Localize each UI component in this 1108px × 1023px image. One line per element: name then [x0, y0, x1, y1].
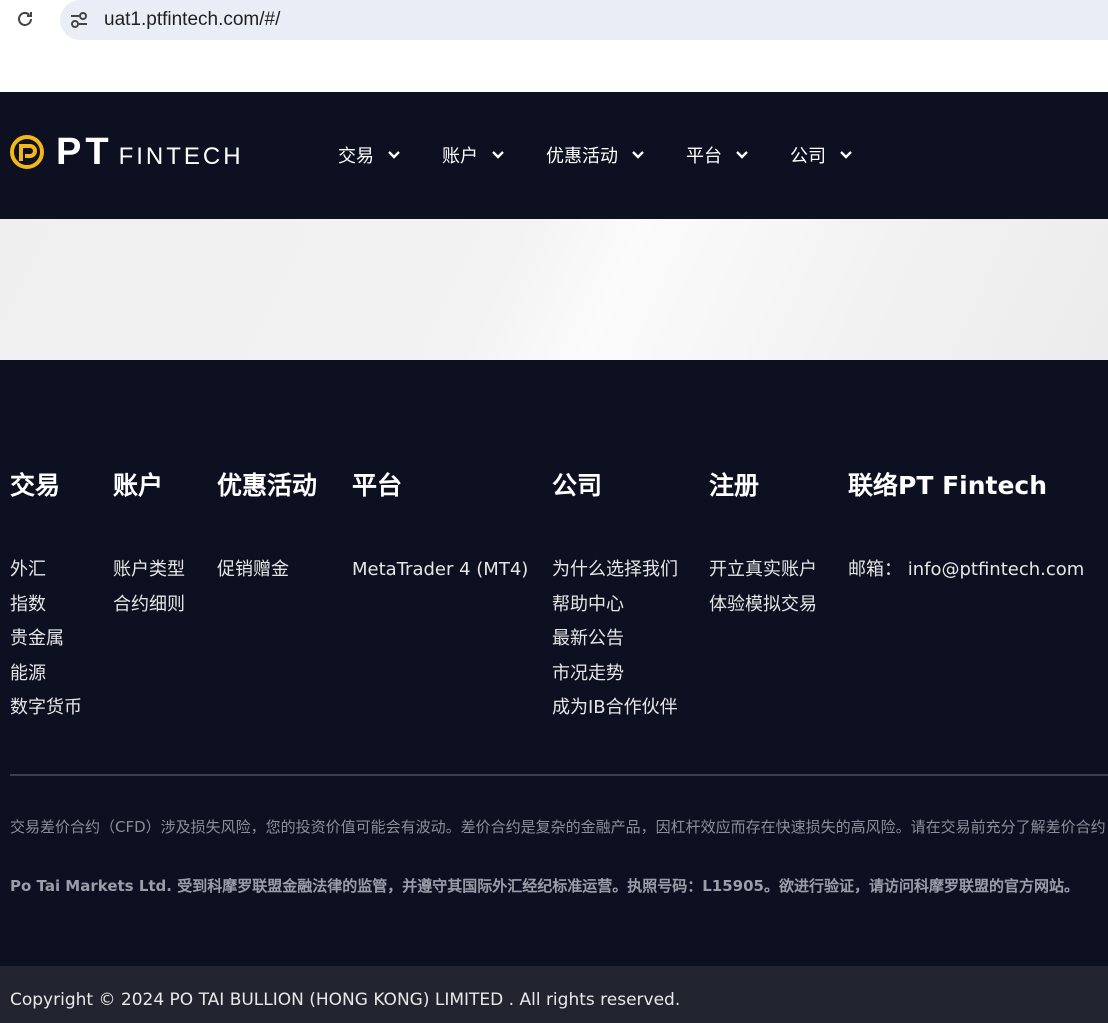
footer-divider [10, 774, 1108, 776]
footer-column-title: 公司 [552, 471, 603, 500]
nav-label: 账户 [442, 146, 478, 167]
footer-column-trading: 交易 外汇 指数 贵金属 能源 数字货币 [10, 466, 82, 731]
footer-link-email[interactable]: 邮箱： info@ptfintech.com [848, 558, 1084, 593]
footer-link-help-center[interactable]: 帮助中心 [552, 593, 678, 628]
hero-banner [0, 219, 1108, 360]
footer-column-title: 账户 [113, 471, 164, 500]
logo-mark-icon [10, 135, 44, 169]
footer-link-contract-specs[interactable]: 合约细则 [113, 593, 185, 628]
copyright-bar: Copyright © 2024 PO TAI BULLION (HONG KO… [0, 966, 1108, 1023]
footer-link-bonus[interactable]: 促销赠金 [217, 558, 317, 593]
address-bar[interactable]: uat1.ptfintech.com/#/ [60, 0, 1108, 40]
footer-link-ib-partner[interactable]: 成为IB合作伙伴 [552, 696, 678, 731]
copyright-text: Copyright © 2024 PO TAI BULLION (HONG KO… [10, 990, 681, 1010]
logo-pt-text: PT [56, 130, 113, 173]
footer-column-account: 账户 账户类型 合约细则 [113, 466, 185, 627]
main-nav: 交易 账户 优惠活动 平台 公司 [338, 142, 894, 168]
footer-column-title: 平台 [352, 471, 403, 500]
nav-label: 平台 [686, 146, 722, 167]
reload-icon[interactable] [14, 8, 36, 30]
url-text[interactable]: uat1.ptfintech.com/#/ [104, 9, 280, 31]
footer-column-promotions: 优惠活动 促销赠金 [217, 466, 317, 593]
footer-column-platform: 平台 MetaTrader 4 (MT4) [352, 466, 528, 593]
nav-item-platform[interactable]: 平台 [686, 142, 750, 168]
footer-link-announcements[interactable]: 最新公告 [552, 627, 678, 662]
site-info-icon[interactable] [68, 9, 90, 31]
site-header: PT FINTECH 交易 账户 优惠活动 平台 公司 [0, 92, 1108, 219]
footer-column-title: 联络PT Fintech [848, 471, 1048, 500]
footer-link-forex[interactable]: 外汇 [10, 558, 82, 593]
logo[interactable]: PT FINTECH [10, 130, 244, 173]
footer-column-register: 注册 开立真实账户 体验模拟交易 [709, 466, 817, 627]
footer-link-indices[interactable]: 指数 [10, 593, 82, 628]
footer-link-crypto[interactable]: 数字货币 [10, 696, 82, 731]
footer-column-title: 注册 [709, 471, 760, 500]
footer-column-title: 交易 [10, 471, 61, 500]
logo-fintech-text: FINTECH [118, 143, 244, 170]
nav-item-company[interactable]: 公司 [790, 142, 854, 168]
footer-link-account-types[interactable]: 账户类型 [113, 558, 185, 593]
footer-link-why-us[interactable]: 为什么选择我们 [552, 558, 678, 593]
footer-column-contact: 联络PT Fintech 邮箱： info@ptfintech.com [848, 466, 1084, 593]
footer-link-metals[interactable]: 贵金属 [10, 627, 82, 662]
chevron-down-icon [632, 151, 644, 159]
footer-column-title: 优惠活动 [217, 471, 318, 500]
chevron-down-icon [492, 151, 504, 159]
footer-link-market-trends[interactable]: 市况走势 [552, 662, 678, 697]
footer-link-live-account[interactable]: 开立真实账户 [709, 558, 817, 593]
nav-label: 公司 [790, 146, 826, 167]
footer-link-mt4[interactable]: MetaTrader 4 (MT4) [352, 558, 528, 593]
chevron-down-icon [388, 151, 400, 159]
footer-link-energy[interactable]: 能源 [10, 662, 82, 697]
risk-warning-text: 交易差价合约（CFD）涉及损失风险，您的投资价值可能会有波动。差价合约是复杂的金… [10, 818, 1106, 836]
nav-label: 优惠活动 [546, 146, 618, 167]
footer-link-demo-account[interactable]: 体验模拟交易 [709, 593, 817, 628]
chevron-down-icon [736, 151, 748, 159]
footer-column-company: 公司 为什么选择我们 帮助中心 最新公告 市况走势 成为IB合作伙伴 [552, 466, 678, 731]
chevron-down-icon [840, 151, 852, 159]
nav-item-trading[interactable]: 交易 [338, 142, 402, 168]
nav-item-promotions[interactable]: 优惠活动 [546, 142, 646, 168]
nav-item-account[interactable]: 账户 [442, 142, 506, 168]
nav-label: 交易 [338, 146, 374, 167]
browser-toolbar: uat1.ptfintech.com/#/ [0, 0, 1108, 92]
site-footer: 交易 外汇 指数 贵金属 能源 数字货币 账户 账户类型 合约细则 优惠活动 促… [0, 360, 1108, 966]
license-text: Po Tai Markets Ltd. 受到科摩罗联盟金融法律的监管，并遵守其国… [10, 877, 1079, 895]
